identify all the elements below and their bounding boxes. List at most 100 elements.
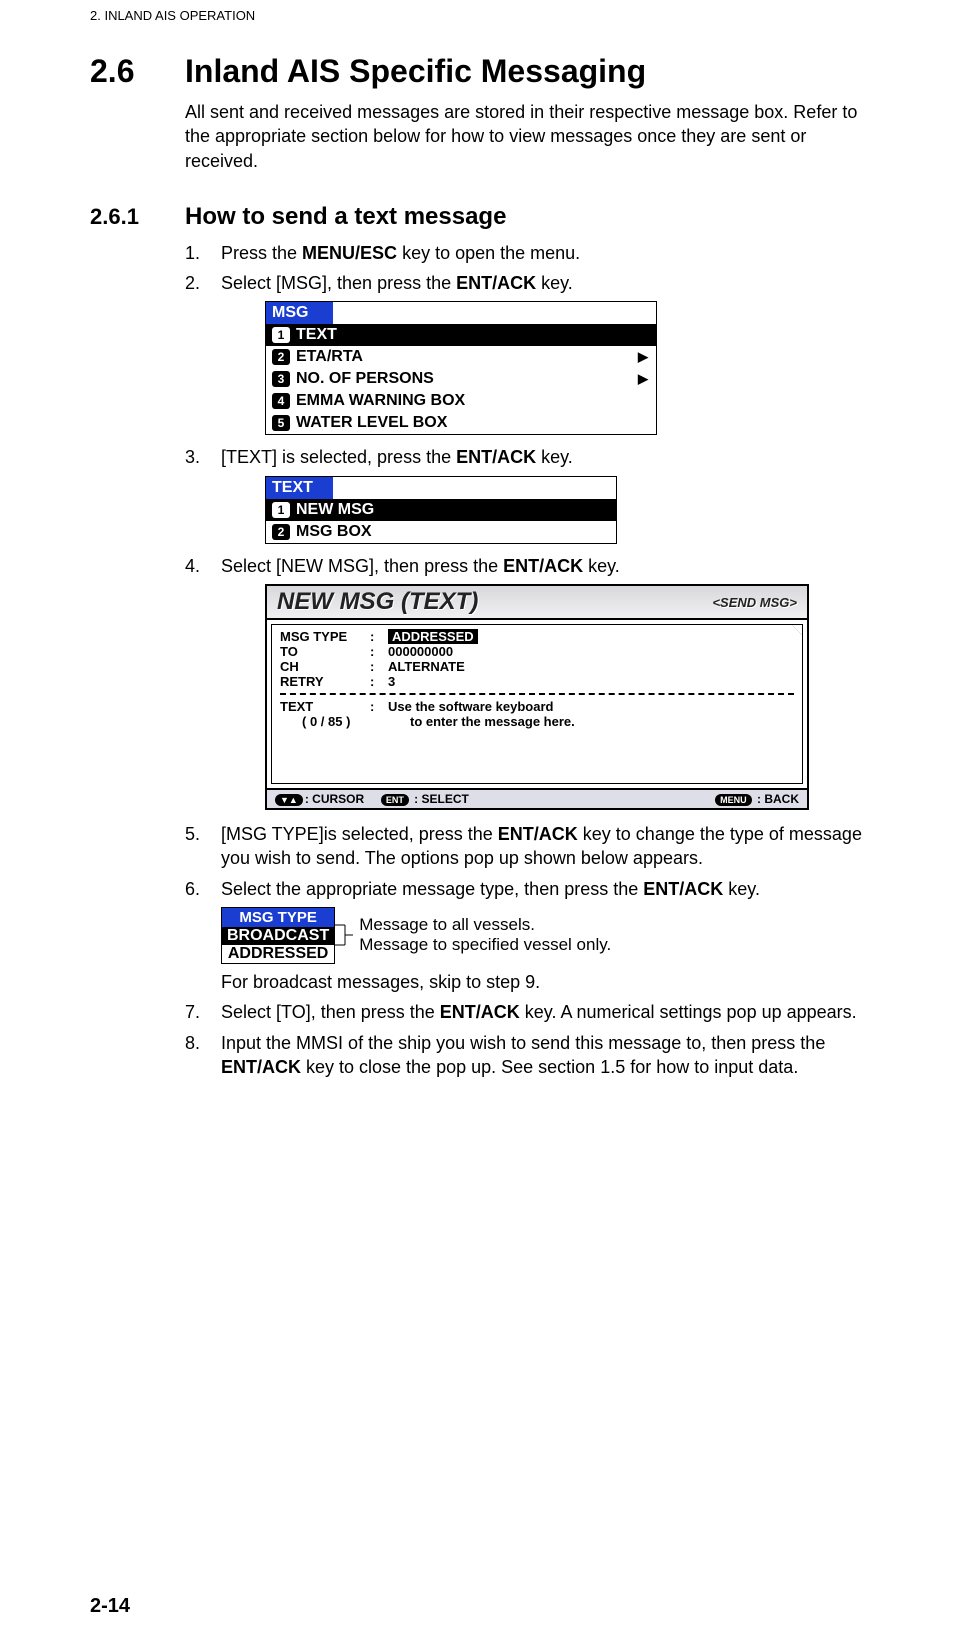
menu-label: NEW MSG — [296, 501, 374, 519]
field-value-retry: 3 — [388, 674, 395, 689]
new-msg-screen-figure: NEW MSG (TEXT) <SEND MSG> MSG TYPE : ADD… — [265, 584, 809, 810]
step-text: [TEXT] is selected, press the — [221, 447, 456, 467]
step-text: Input the MMSI of the ship you wish to s… — [221, 1033, 825, 1053]
running-header: 2. INLAND AIS OPERATION — [90, 0, 883, 53]
menu-title: MSG — [266, 302, 333, 324]
menu-index: 1 — [272, 327, 290, 343]
field-label-to: TO — [280, 644, 370, 659]
step-number: 7. — [185, 1000, 221, 1024]
menu-index: 2 — [272, 349, 290, 365]
section-title: Inland AIS Specific Messaging — [185, 53, 646, 90]
menu-label: NO. OF PERSONS — [296, 370, 434, 388]
divider — [280, 693, 794, 695]
key-name: ENT/ACK — [643, 879, 723, 899]
menu-item-water: 5 WATER LEVEL BOX — [266, 412, 656, 434]
screen-body: MSG TYPE : ADDRESSED TO : 000000000 CH :… — [271, 624, 803, 784]
key-name: ENT/ACK — [503, 556, 583, 576]
step-6-note: For broadcast messages, skip to step 9. — [185, 970, 883, 994]
page-corner-icon — [791, 624, 803, 636]
char-counter: ( 0 / 85 ) — [302, 714, 392, 729]
field-label-ch: CH — [280, 659, 370, 674]
field-label-msgtype: MSG TYPE — [280, 629, 370, 644]
section-heading: 2.6 Inland AIS Specific Messaging — [90, 53, 883, 90]
menu-label: ETA/RTA — [296, 348, 363, 366]
step-text: Select [NEW MSG], then press the — [221, 556, 503, 576]
footer-select-label: : SELECT — [411, 792, 469, 806]
menu-index: 5 — [272, 415, 290, 431]
send-msg-label: <SEND MSG> — [712, 595, 797, 610]
page-number: 2-14 — [90, 1595, 130, 1618]
field-label-retry: RETRY — [280, 674, 370, 689]
step-1: 1. Press the MENU/ESC key to open the me… — [185, 241, 883, 265]
menu-label: TEXT — [296, 326, 337, 344]
step-note-text: For broadcast messages, skip to step 9. — [221, 970, 883, 994]
step-text: Select [TO], then press the — [221, 1002, 440, 1022]
menu-key-icon: MENU — [715, 794, 752, 806]
callout-broadcast: Message to all vessels. — [359, 915, 611, 935]
step-6: 6. Select the appropriate message type, … — [185, 877, 883, 901]
step-7: 7. Select [TO], then press the ENT/ACK k… — [185, 1000, 883, 1024]
screen-titlebar: NEW MSG (TEXT) <SEND MSG> — [267, 586, 807, 620]
section-number: 2.6 — [90, 53, 185, 90]
step-text: Select the appropriate message type, the… — [221, 879, 643, 899]
msg-menu-figure: MSG 1 TEXT 2 ETA/RTA ▶ 3 NO. OF PERSONS … — [265, 301, 657, 435]
popup-option-addressed: ADDRESSED — [222, 945, 334, 963]
menu-item-emma: 4 EMMA WARNING BOX — [266, 390, 656, 412]
step-3: 3. [TEXT] is selected, press the ENT/ACK… — [185, 445, 883, 469]
popup-option-broadcast: BROADCAST — [222, 927, 334, 945]
step-number: 3. — [185, 445, 221, 469]
popup-title: MSG TYPE — [222, 908, 334, 927]
screen-title: NEW MSG (TEXT) — [277, 588, 478, 616]
footer-cursor-label: : CURSOR — [305, 792, 364, 806]
menu-title: TEXT — [266, 477, 333, 499]
step-text: key to open the menu. — [397, 243, 580, 263]
step-number: 1. — [185, 241, 221, 265]
field-value-text-line2: to enter the message here. — [410, 714, 575, 729]
field-value-to: 000000000 — [388, 644, 453, 659]
msgtype-popup-box: MSG TYPE BROADCAST ADDRESSED — [221, 907, 335, 964]
menu-label: MSG BOX — [296, 523, 372, 541]
step-number: 8. — [185, 1031, 221, 1080]
step-number: 2. — [185, 271, 221, 295]
subsection-heading: 2.6.1 How to send a text message — [90, 203, 883, 231]
key-name: ENT/ACK — [498, 824, 578, 844]
msgtype-popup-figure: MSG TYPE BROADCAST ADDRESSED Message to … — [221, 907, 883, 964]
step-text: key to close the pop up. See section 1.5… — [301, 1057, 798, 1077]
menu-item-eta: 2 ETA/RTA ▶ — [266, 346, 656, 368]
step-text: Press the — [221, 243, 302, 263]
menu-item-text: 1 TEXT — [266, 324, 656, 346]
intro-paragraph: All sent and received messages are store… — [185, 100, 883, 173]
menu-item-msgbox: 2 MSG BOX — [266, 521, 616, 543]
step-2: 2. Select [MSG], then press the ENT/ACK … — [185, 271, 883, 295]
menu-index: 2 — [272, 524, 290, 540]
step-4: 4. Select [NEW MSG], then press the ENT/… — [185, 554, 883, 578]
callout-addressed: Message to specified vessel only. — [359, 935, 611, 955]
step-text: key. A numerical settings pop up appears… — [520, 1002, 857, 1022]
screen-footer: ▼▲: CURSOR ENT : SELECT MENU : BACK — [267, 788, 807, 808]
menu-index: 3 — [272, 371, 290, 387]
menu-item-newmsg: 1 NEW MSG — [266, 499, 616, 521]
key-name: ENT/ACK — [221, 1057, 301, 1077]
ent-key-icon: ENT — [381, 794, 409, 806]
step-number: 6. — [185, 877, 221, 901]
subsection-title: How to send a text message — [185, 203, 506, 231]
step-text: key. — [536, 273, 573, 293]
submenu-arrow-icon: ▶ — [638, 349, 648, 365]
field-value-text-line1: Use the software keyboard — [388, 699, 553, 714]
step-text: [MSG TYPE]is selected, press the — [221, 824, 498, 844]
step-text: key. — [583, 556, 620, 576]
key-name: ENT/ACK — [456, 447, 536, 467]
callout-bracket-icon — [335, 913, 353, 957]
subsection-number: 2.6.1 — [90, 204, 185, 230]
menu-item-persons: 3 NO. OF PERSONS ▶ — [266, 368, 656, 390]
text-menu-figure: TEXT 1 NEW MSG 2 MSG BOX — [265, 476, 617, 544]
submenu-arrow-icon: ▶ — [638, 371, 648, 387]
step-8: 8. Input the MMSI of the ship you wish t… — [185, 1031, 883, 1080]
step-5: 5. [MSG TYPE]is selected, press the ENT/… — [185, 822, 883, 871]
menu-label: EMMA WARNING BOX — [296, 392, 465, 410]
step-text: Select [MSG], then press the — [221, 273, 456, 293]
field-label-text: TEXT — [280, 699, 370, 714]
step-text: key. — [723, 879, 760, 899]
key-name: ENT/ACK — [456, 273, 536, 293]
field-value-msgtype: ADDRESSED — [388, 629, 478, 644]
